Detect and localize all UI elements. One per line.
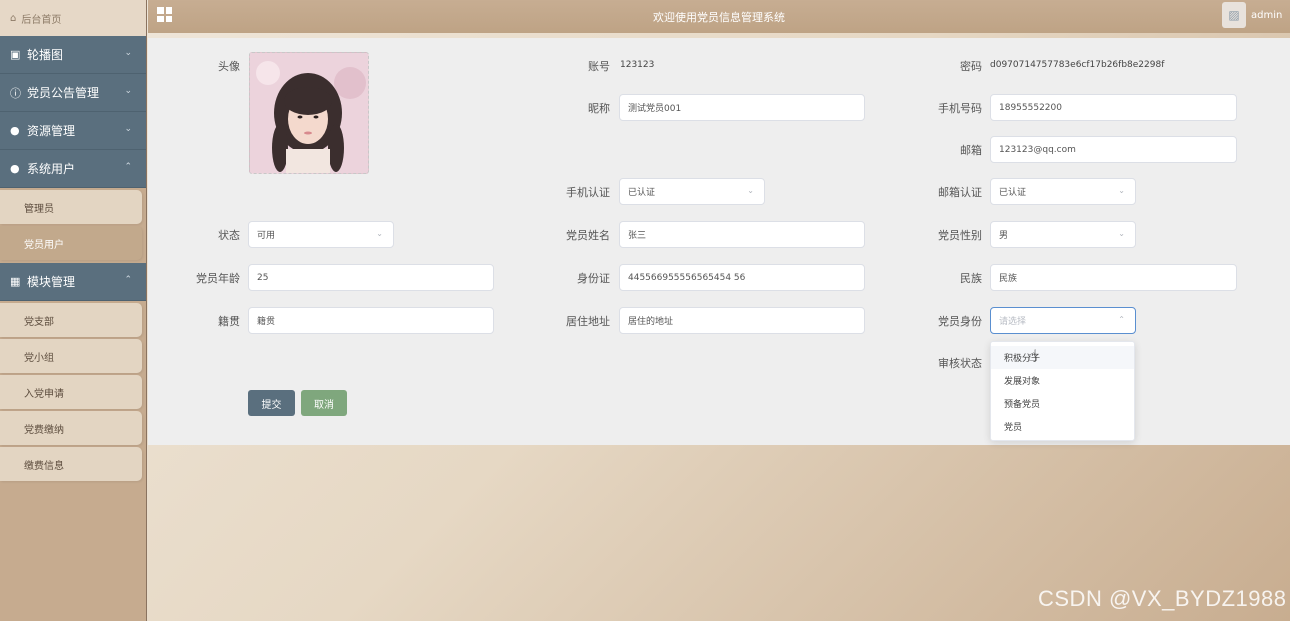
status-label: 状态 — [218, 229, 240, 242]
sidebar-home-label: 后台首页 — [21, 14, 62, 26]
avatar-label: 头像 — [218, 60, 240, 73]
chevron-up-icon: ⌃ — [124, 162, 132, 172]
identity-label: 党员身份 — [938, 315, 982, 328]
sidebar-item-member-user[interactable]: 党员用户 — [0, 226, 142, 260]
home-icon: ⌂ — [10, 12, 17, 24]
sidebar-group-system-users[interactable]: ● 系统用户 ⌃ — [0, 150, 146, 188]
name-field[interactable]: 张三 — [619, 221, 865, 248]
chevron-down-icon: ⌄ — [747, 186, 754, 195]
user-icon: ● — [10, 162, 20, 175]
sidebar-group-notice[interactable]: ⓘ 党员公告管理 ⌄ — [0, 74, 146, 112]
chevron-down-icon: ⌄ — [376, 229, 383, 238]
chevron-down-icon: ⌄ — [1118, 229, 1125, 238]
dropdown-option[interactable]: 预备党员 — [991, 392, 1134, 415]
review-label: 审核状态 — [938, 357, 982, 370]
gender-label: 党员性别 — [938, 229, 982, 242]
phone-verify-value: 已认证 — [628, 188, 656, 198]
avatar[interactable]: ▨ — [1222, 2, 1246, 28]
idcard-label: 身份证 — [577, 272, 610, 285]
status-value: 可用 — [257, 231, 276, 241]
cancel-button[interactable]: 取消 — [301, 390, 347, 416]
phone-field[interactable]: 18955552200 — [990, 94, 1237, 121]
password-label: 密码 — [960, 60, 982, 73]
avatar-upload[interactable] — [249, 52, 369, 174]
nickname-label: 昵称 — [588, 102, 610, 115]
native-label: 籍贯 — [218, 315, 240, 328]
gender-select[interactable]: 男 ⌄ — [990, 221, 1136, 248]
chevron-down-icon: ⌄ — [124, 124, 132, 134]
chevron-down-icon: ⌄ — [124, 86, 132, 96]
dropdown-option[interactable]: 发展对象 — [991, 369, 1134, 392]
chevron-down-icon: ⌄ — [1118, 186, 1125, 195]
sidebar-item-application[interactable]: 入党申请 — [0, 375, 142, 409]
gender-value: 男 — [999, 231, 1009, 241]
sidebar-item-branch[interactable]: 党支部 — [0, 303, 142, 337]
sidebar-group-label: 轮播图 — [27, 48, 64, 62]
chevron-up-icon: ⌃ — [1118, 315, 1125, 324]
portrait-image — [250, 53, 368, 173]
age-field[interactable]: 25 — [248, 264, 494, 291]
sidebar-group-label: 资源管理 — [27, 124, 76, 138]
sidebar-group-modules[interactable]: ▦ 模块管理 ⌃ — [0, 263, 146, 301]
dropdown-option[interactable]: 积极分子 — [991, 346, 1134, 369]
top-header: 欢迎使用党员信息管理系统 ▨ admin — [148, 0, 1290, 33]
email-verify-select[interactable]: 已认证 ⌄ — [990, 178, 1136, 205]
sidebar-item-dues[interactable]: 党费缴纳 — [0, 411, 142, 445]
chevron-up-icon: ⌃ — [124, 275, 132, 285]
ethnic-field[interactable]: 民族 — [990, 264, 1237, 291]
sidebar-group-carousel[interactable]: ▣ 轮播图 ⌄ — [0, 36, 146, 74]
status-select[interactable]: 可用 ⌄ — [248, 221, 394, 248]
email-verify-value: 已认证 — [999, 188, 1027, 198]
dropdown-option[interactable]: 党员 — [991, 415, 1134, 438]
password-value: d0970714757783e6cf17b26fb8e2298f — [990, 60, 1165, 70]
hand-cursor-icon: ☝ — [1028, 346, 1038, 365]
page-title: 欢迎使用党员信息管理系统 — [653, 11, 785, 24]
identity-placeholder: 请选择 — [999, 317, 1027, 327]
sidebar-item-group[interactable]: 党小组 — [0, 339, 142, 373]
sidebar-group-resource[interactable]: ● 资源管理 ⌄ — [0, 112, 146, 150]
identity-select[interactable]: 请选择 ⌃ — [990, 307, 1136, 334]
phone-verify-select[interactable]: 已认证 ⌄ — [619, 178, 765, 205]
grid-icon: ▦ — [10, 275, 21, 288]
sidebar-item-home[interactable]: ⌂ 后台首页 — [0, 0, 146, 36]
sidebar-group-label: 系统用户 — [27, 162, 76, 176]
sidebar-item-payment-info[interactable]: 缴费信息 — [0, 447, 142, 481]
address-label: 居住地址 — [566, 315, 610, 328]
watermark: CSDN @VX_BYDZ1988 — [1038, 586, 1287, 611]
identity-dropdown: 积极分子 发展对象 预备党员 党员 — [990, 341, 1135, 441]
image-icon: ▣ — [10, 48, 21, 61]
user-name[interactable]: admin — [1251, 10, 1282, 21]
idcard-field[interactable]: 445566955556565454 56 — [619, 264, 865, 291]
name-label: 党员姓名 — [566, 229, 610, 242]
sidebar-item-admin[interactable]: 管理员 — [0, 190, 142, 224]
sidebar-group-label: 党员公告管理 — [27, 86, 100, 100]
email-field[interactable]: 123123@qq.com — [990, 136, 1237, 163]
sidebar-group-label: 模块管理 — [27, 275, 76, 289]
ethnic-label: 民族 — [960, 272, 982, 285]
info-icon: ⓘ — [10, 86, 21, 100]
email-label: 邮箱 — [960, 144, 982, 157]
address-field[interactable]: 居住的地址 — [619, 307, 865, 334]
submit-button[interactable]: 提交 — [248, 390, 295, 416]
sidebar: ⌂ 后台首页 ▣ 轮播图 ⌄ ⓘ 党员公告管理 ⌄ ● 资源管理 ⌄ ● 系统用… — [0, 0, 147, 621]
native-field[interactable]: 籍贯 — [248, 307, 494, 334]
account-value: 123123 — [620, 60, 655, 70]
phone-verify-label: 手机认证 — [566, 186, 610, 199]
email-verify-label: 邮箱认证 — [938, 186, 982, 199]
phone-label: 手机号码 — [938, 102, 982, 115]
age-label: 党员年龄 — [196, 272, 240, 285]
chevron-down-icon: ⌄ — [124, 48, 132, 58]
account-label: 账号 — [588, 60, 610, 73]
nickname-field[interactable]: 测试党员001 — [619, 94, 865, 121]
bulb-icon: ● — [10, 124, 20, 137]
